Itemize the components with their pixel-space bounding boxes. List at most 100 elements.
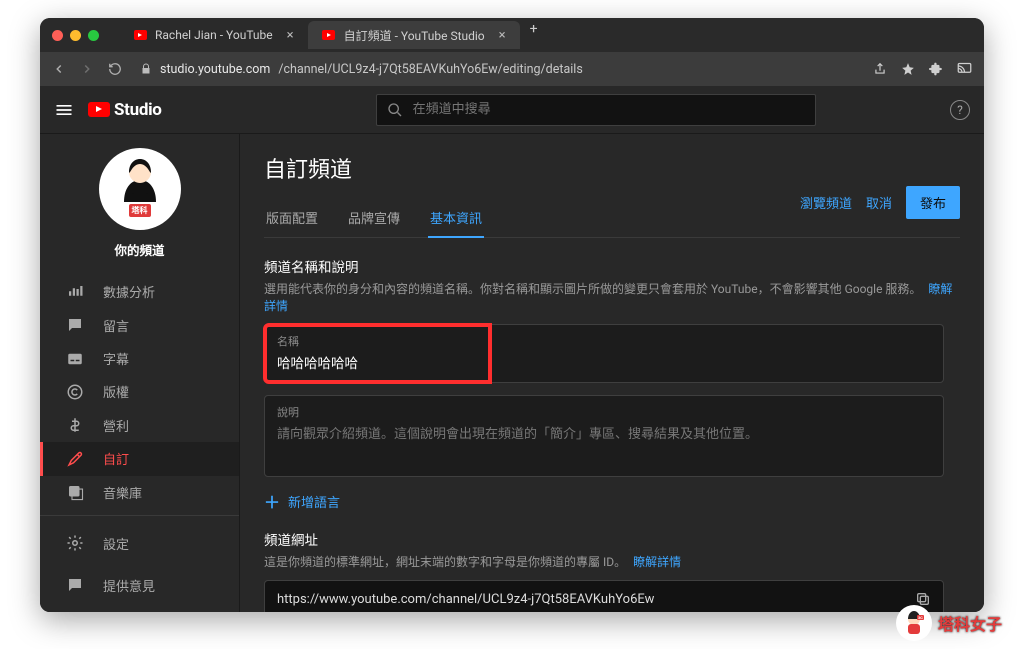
watermark-text: 塔科女子 (938, 611, 1002, 635)
cancel-button[interactable]: 取消 (866, 193, 892, 212)
section-subtext: 這是你頻道的標準網址，網址末端的數字和字母是你頻道的專屬 ID。 瞭解詳情 (264, 553, 960, 570)
browser-tab[interactable]: 自訂頻道 - YouTube Studio × (308, 21, 520, 49)
extensions-icon[interactable] (929, 62, 943, 76)
search-input[interactable] (376, 94, 816, 126)
help-icon[interactable]: ? (950, 100, 970, 120)
sidebar-item-monetize[interactable]: 營利 (40, 409, 239, 442)
section-heading: 頻道名稱和說明 (264, 256, 960, 276)
search-icon (387, 102, 403, 118)
app-body: 塔科 你的頻道 數據分析 留言 字幕 版權 (40, 134, 984, 612)
tab-layout[interactable]: 版面配置 (264, 198, 320, 237)
field-label: 名稱 (277, 333, 478, 349)
page-actions: 瀏覽頻道 取消 發布 (800, 186, 960, 219)
add-language-button[interactable]: ＋ 新增語言 (264, 489, 960, 513)
address-bar: studio.youtube.com/channel/UCL9z4-j7Qt58… (40, 52, 984, 86)
field-label: 說明 (277, 404, 931, 420)
comments-icon (65, 316, 85, 334)
tab-branding[interactable]: 品牌宣傳 (346, 198, 402, 237)
reload-icon[interactable] (108, 62, 122, 76)
sidebar-item-label: 提供意見 (103, 576, 155, 595)
studio-app: Studio ? 塔科 (40, 86, 984, 612)
url-path: /channel/UCL9z4-j7Qt58EAVKuhYo6Ew/editin… (278, 62, 582, 77)
tab-strip: Rachel Jian - YouTube × 自訂頻道 - YouTube S… (119, 21, 548, 49)
subtitles-icon (65, 350, 85, 368)
sidebar-item-label: 留言 (103, 316, 129, 335)
browser-actions (873, 62, 972, 76)
lock-icon (140, 63, 152, 75)
youtube-favicon-icon (322, 28, 336, 42)
title-bar: Rachel Jian - YouTube × 自訂頻道 - YouTube S… (40, 18, 984, 52)
sidebar-item-label: 設定 (103, 534, 129, 553)
view-channel-link[interactable]: 瀏覽頻道 (800, 193, 852, 212)
youtube-favicon-icon (133, 28, 147, 42)
svg-text:3C: 3C (918, 615, 923, 620)
sidebar-item-label: 字幕 (103, 349, 129, 368)
sidebar-item-label: 數據分析 (103, 282, 155, 301)
customize-icon (65, 450, 85, 468)
close-window-icon[interactable] (52, 30, 63, 41)
new-tab-button[interactable]: + (520, 21, 548, 49)
window-controls (52, 30, 99, 41)
name-value: 哈哈哈哈哈哈 (277, 352, 478, 372)
channel-label: 你的頻道 (114, 240, 164, 259)
settings-icon (65, 534, 85, 552)
avatar-badge: 塔科 (129, 204, 151, 217)
section-heading: 頻道網址 (264, 529, 960, 549)
tab-title: Rachel Jian - YouTube (155, 28, 273, 42)
name-field[interactable]: 名稱 哈哈哈哈哈哈 (265, 325, 490, 382)
cast-icon[interactable] (957, 62, 972, 76)
publish-button[interactable]: 發布 (906, 186, 960, 219)
maximize-window-icon[interactable] (88, 30, 99, 41)
url-input[interactable]: studio.youtube.com/channel/UCL9z4-j7Qt58… (136, 56, 859, 82)
sidebar-item-analytics[interactable]: 數據分析 (40, 275, 239, 308)
sidebar-item-label: 營利 (103, 416, 129, 435)
search-field[interactable] (413, 102, 805, 117)
sidebar-item-label: 自訂 (103, 449, 129, 468)
sidebar-item-copyright[interactable]: 版權 (40, 375, 239, 408)
sidebar-item-audio-library[interactable]: 音樂庫 (40, 476, 239, 509)
add-language-label: 新增語言 (288, 492, 340, 511)
sidebar: 塔科 你的頻道 數據分析 留言 字幕 版權 (40, 134, 240, 612)
feedback-icon (65, 576, 85, 594)
learn-more-link[interactable]: 瞭解詳情 (633, 555, 681, 569)
app-header: Studio ? (40, 86, 984, 134)
watermark: 3C 塔科女子 (896, 605, 1002, 641)
tab-title: 自訂頻道 - YouTube Studio (344, 27, 485, 44)
sidebar-item-label: 版權 (103, 382, 129, 401)
close-tab-icon[interactable]: × (499, 28, 506, 43)
browser-window: Rachel Jian - YouTube × 自訂頻道 - YouTube S… (40, 18, 984, 612)
minimize-window-icon[interactable] (70, 30, 81, 41)
close-tab-icon[interactable]: × (287, 28, 294, 43)
channel-url-value: https://www.youtube.com/channel/UCL9z4-j… (277, 592, 654, 607)
description-field[interactable]: 說明 請向觀眾介紹頻道。這個說明會出現在頻道的「簡介」專區、搜尋結果及其他位置。 (264, 395, 944, 477)
monetize-icon (65, 416, 85, 434)
section-subtext: 選用能代表你的身分和內容的頻道名稱。你對名稱和顯示圖片所做的變更只會套用於 Yo… (264, 280, 960, 314)
browser-tab[interactable]: Rachel Jian - YouTube × (119, 21, 308, 49)
copyright-icon (65, 383, 85, 401)
share-icon[interactable] (873, 62, 887, 76)
sidebar-item-comments[interactable]: 留言 (40, 308, 239, 341)
forward-icon[interactable] (80, 62, 94, 76)
url-host: studio.youtube.com (160, 62, 270, 77)
sidebar-item-subtitles[interactable]: 字幕 (40, 342, 239, 375)
description-placeholder: 請向觀眾介紹頻道。這個說明會出現在頻道的「簡介」專區、搜尋結果及其他位置。 (277, 423, 931, 442)
channel-block: 塔科 你的頻道 (40, 134, 239, 275)
watermark-badge-icon: 3C (896, 605, 932, 641)
name-field-row: 名稱 哈哈哈哈哈哈 (264, 324, 944, 383)
page-title: 自訂頻道 (264, 152, 960, 184)
studio-logo[interactable]: Studio (88, 100, 162, 120)
sidebar-item-label: 音樂庫 (103, 483, 142, 502)
channel-url-field[interactable]: https://www.youtube.com/channel/UCL9z4-j… (264, 580, 944, 612)
sidebar-item-settings[interactable]: 設定 (40, 522, 239, 564)
analytics-icon (65, 283, 85, 301)
audio-library-icon (65, 483, 85, 501)
plus-icon: ＋ (264, 489, 280, 513)
tab-basic-info[interactable]: 基本資訊 (428, 198, 484, 237)
avatar[interactable]: 塔科 (99, 148, 181, 230)
brand-text: Studio (114, 100, 162, 120)
bookmark-icon[interactable] (901, 62, 915, 76)
sidebar-item-customize[interactable]: 自訂 (40, 442, 239, 475)
hamburger-icon[interactable] (54, 100, 74, 120)
back-icon[interactable] (52, 62, 66, 76)
sidebar-item-feedback[interactable]: 提供意見 (40, 564, 239, 606)
